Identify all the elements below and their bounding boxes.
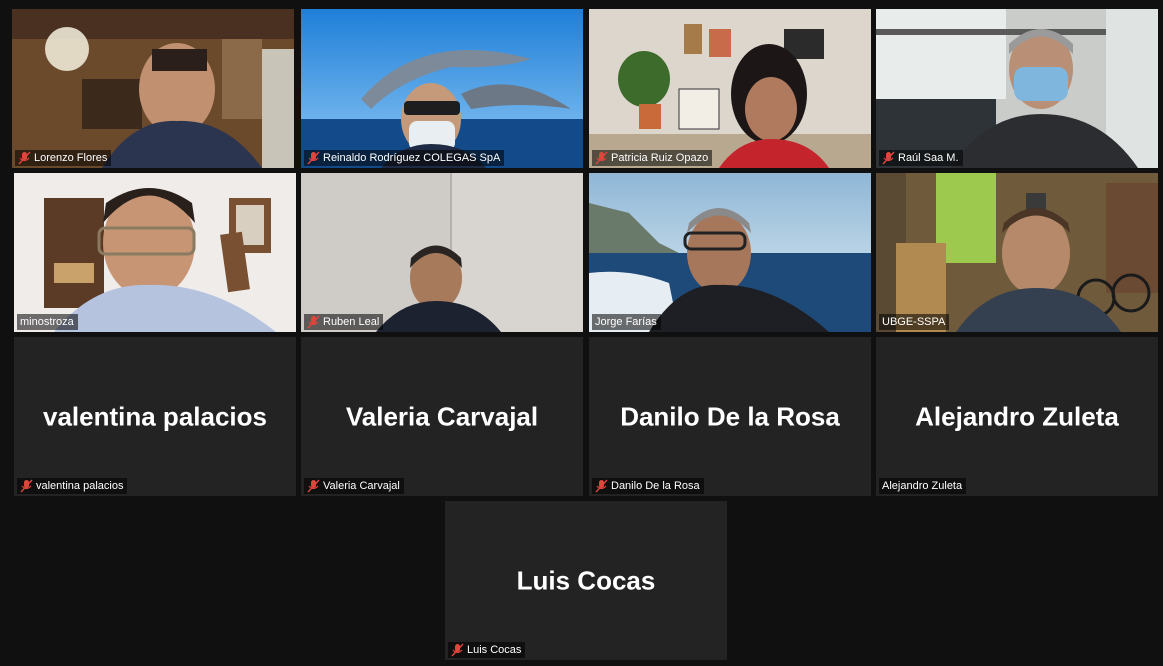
participant-name-label: Ruben Leal — [304, 314, 384, 330]
participant-name: Patricia Ruiz Opazo — [611, 152, 709, 164]
mic-muted-icon — [307, 315, 320, 329]
video-feed — [14, 173, 296, 332]
participant-name: Valeria Carvajal — [323, 480, 400, 492]
mic-muted-icon — [595, 151, 608, 165]
video-feed — [876, 9, 1158, 168]
participant-tile-alejandro-zuleta[interactable]: Alejandro Zuleta Alejandro Zuleta — [876, 337, 1158, 496]
participant-name-label: minostroza — [17, 314, 78, 330]
participant-name-label: Valeria Carvajal — [304, 478, 404, 494]
participant-name-label: Lorenzo Flores — [15, 150, 112, 166]
participant-name: Reinaldo Rodríguez COLEGAS SpA — [323, 152, 501, 164]
mic-muted-icon — [18, 151, 31, 165]
participant-name: UBGE-SSPA — [882, 316, 946, 328]
participant-tile-lorenzo-flores[interactable]: Lorenzo Flores — [12, 9, 294, 168]
participant-name: Danilo De la Rosa — [611, 480, 700, 492]
participant-name: Luis Cocas — [467, 644, 522, 656]
participant-name-label: Luis Cocas — [448, 642, 526, 658]
participant-name: Raúl Saa M. — [898, 152, 959, 164]
video-feed — [301, 9, 583, 168]
participant-name: Ruben Leal — [323, 316, 380, 328]
participant-name-label: Danilo De la Rosa — [592, 478, 704, 494]
participant-tile-ubge-sspa[interactable]: UBGE-SSPA — [876, 173, 1158, 332]
participant-tile-danilo-de-la-rosa[interactable]: Danilo De la Rosa Danilo De la Rosa — [589, 337, 871, 496]
participant-name: Lorenzo Flores — [34, 152, 108, 164]
participant-name-label: UBGE-SSPA — [879, 314, 950, 330]
mic-muted-icon — [307, 151, 320, 165]
participant-name-label: valentina palacios — [17, 478, 128, 494]
participant-name-label: Alejandro Zuleta — [879, 478, 967, 494]
participant-tile-luis-cocas[interactable]: Luis Cocas Luis Cocas — [445, 501, 727, 660]
participant-name: Alejandro Zuleta — [882, 480, 963, 492]
video-feed — [12, 9, 294, 168]
mic-muted-icon — [595, 479, 608, 493]
participant-display-name: valentina palacios — [43, 401, 267, 431]
participant-name: valentina palacios — [36, 480, 124, 492]
participant-tile-minostroza[interactable]: minostroza — [14, 173, 296, 332]
participant-display-name: Valeria Carvajal — [345, 401, 539, 431]
participant-tile-ruben-leal[interactable]: Ruben Leal — [301, 173, 583, 332]
participant-name: Jorge Farías — [595, 316, 657, 328]
participant-name-label: Reinaldo Rodríguez COLEGAS SpA — [304, 150, 505, 166]
participant-tile-patricia-ruiz-opazo[interactable]: Patricia Ruiz Opazo — [589, 9, 871, 168]
mic-muted-icon — [882, 151, 895, 165]
video-feed — [301, 173, 583, 332]
participant-name: minostroza — [20, 316, 74, 328]
participant-display-name: Alejandro Zuleta — [915, 401, 1119, 431]
mic-muted-icon — [20, 479, 33, 493]
participant-display-name: Luis Cocas — [516, 565, 656, 595]
video-gallery: Lorenzo Flores Reinaldo Rodríguez COLEGA… — [0, 0, 1163, 666]
video-feed — [876, 173, 1158, 332]
participant-tile-valeria-carvajal[interactable]: Valeria Carvajal Valeria Carvajal — [301, 337, 583, 496]
participant-name-label: Patricia Ruiz Opazo — [592, 150, 713, 166]
participant-tile-valentina-palacios[interactable]: valentina palacios valentina palacios — [14, 337, 296, 496]
participant-tile-reinaldo-rodriguez[interactable]: Reinaldo Rodríguez COLEGAS SpA — [301, 9, 583, 168]
participant-name-label: Jorge Farías — [592, 314, 661, 330]
participant-tile-jorge-farias[interactable]: Jorge Farías — [589, 173, 871, 332]
mic-muted-icon — [451, 643, 464, 657]
participant-name-label: Raúl Saa M. — [879, 150, 963, 166]
participant-display-name: Danilo De la Rosa — [620, 401, 840, 431]
video-feed — [589, 173, 871, 332]
mic-muted-icon — [307, 479, 320, 493]
participant-tile-raul-saa[interactable]: Raúl Saa M. — [876, 9, 1158, 168]
video-feed — [589, 9, 871, 168]
